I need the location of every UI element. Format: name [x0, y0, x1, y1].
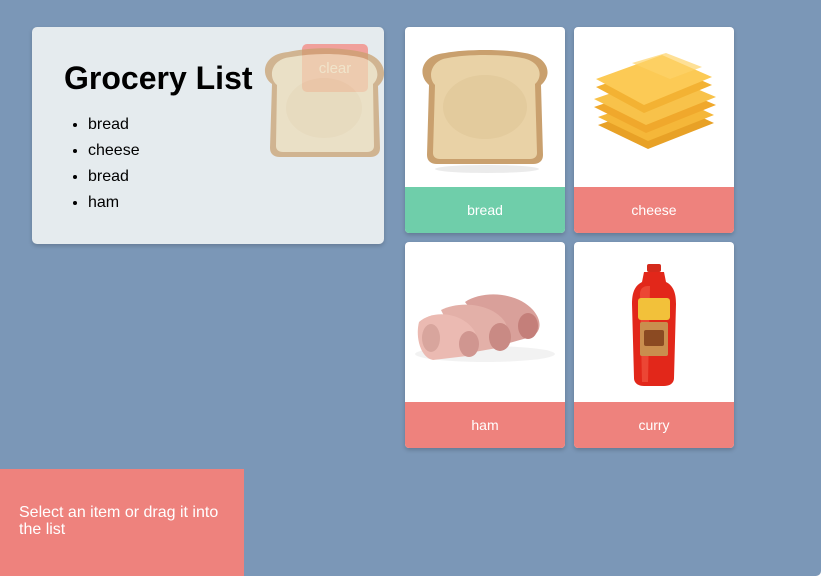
product-label: bread — [405, 187, 565, 233]
curry-bottle-icon — [632, 264, 676, 386]
list-item: ham — [88, 193, 140, 219]
grocery-list: bread cheese bread ham — [88, 115, 140, 219]
list-item: bread — [88, 167, 140, 193]
ham-rolls-icon — [415, 294, 555, 362]
product-label: cheese — [574, 187, 734, 233]
clear-button[interactable]: clear — [302, 44, 368, 92]
product-card-cheese[interactable]: cheese — [574, 27, 734, 233]
product-label: ham — [405, 402, 565, 448]
list-item: bread — [88, 115, 140, 141]
product-card-curry[interactable]: curry — [574, 242, 734, 448]
product-card-bread[interactable]: bread — [405, 27, 565, 233]
list-item: cheese — [88, 141, 140, 167]
hint-message: Select an item or drag it into the list — [0, 469, 244, 576]
bread-slice-icon — [422, 50, 548, 173]
app-window: Grocery List bread cheese bread ham clea… — [0, 0, 821, 576]
grocery-list-title: Grocery List — [64, 60, 253, 96]
product-label: curry — [574, 402, 734, 448]
cheese-slices-icon — [594, 53, 716, 149]
hint-text: Select an item or drag it into the list — [19, 504, 219, 538]
product-card-ham[interactable]: ham — [405, 242, 565, 448]
grocery-list-panel[interactable]: Grocery List bread cheese bread ham clea… — [32, 27, 384, 244]
